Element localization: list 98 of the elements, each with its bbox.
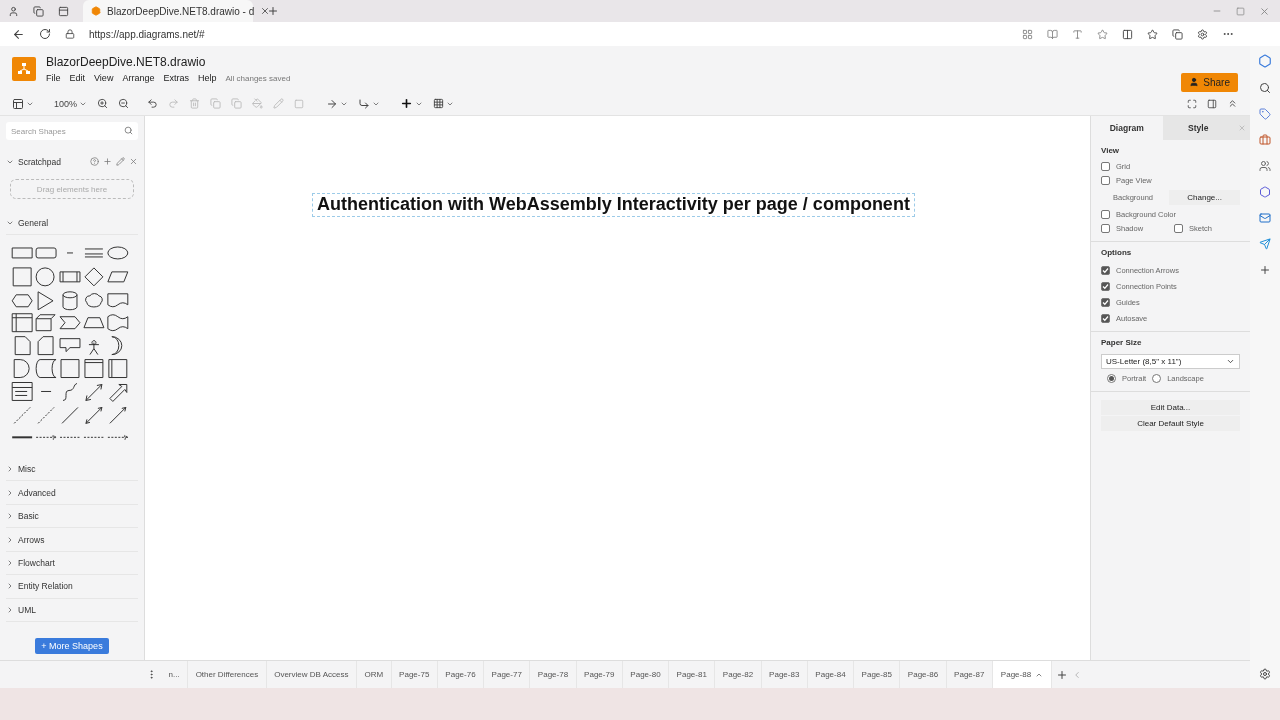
share-button[interactable]: Share [1181, 72, 1238, 92]
menu-item[interactable]: File [46, 73, 61, 83]
edit-icon[interactable] [116, 157, 125, 167]
format-panel-icon[interactable] [12, 97, 34, 110]
profile-icon[interactable] [8, 5, 19, 17]
search-field[interactable]: Search Shapes [6, 122, 138, 140]
checkbox[interactable] [1101, 176, 1110, 185]
panel-tab[interactable]: Style [1162, 116, 1234, 140]
close-icon[interactable] [129, 157, 138, 167]
add-icon[interactable] [1259, 264, 1271, 276]
section-heading: Options [1101, 248, 1133, 257]
panel-icon[interactable] [1207, 98, 1217, 109]
checkbox[interactable] [1101, 224, 1110, 233]
line-color-icon[interactable] [273, 98, 285, 109]
send-icon[interactable] [1259, 238, 1271, 250]
table-icon[interactable] [433, 98, 455, 109]
more-shapes-button[interactable]: + More Shapes [35, 638, 109, 654]
hexagon-icon[interactable] [1259, 186, 1271, 198]
checkbox[interactable] [1101, 266, 1110, 275]
checkbox[interactable] [1101, 298, 1110, 307]
caret-icon[interactable] [6, 535, 14, 544]
caret-icon [1226, 357, 1235, 366]
checkbox[interactable] [1101, 282, 1110, 291]
waypoints-icon[interactable] [358, 97, 381, 110]
diagram-title-text[interactable]: Authentication with WebAssembly Interactivity per page / component [313, 194, 914, 216]
section-title[interactable]: Scratchpad [18, 156, 86, 167]
section-title[interactable]: Entity Relation [18, 581, 73, 592]
paper-size-select[interactable]: US-Letter (8,5" x 11") [1101, 354, 1240, 369]
radio-button[interactable] [1152, 374, 1162, 383]
caret-icon[interactable] [6, 558, 14, 567]
lock-icon [65, 29, 75, 39]
favorite-icon[interactable] [1097, 28, 1108, 40]
section-title[interactable]: Misc [18, 464, 36, 475]
app-logo [12, 57, 36, 81]
menu-item[interactable]: View [94, 73, 114, 83]
close-icon[interactable] [260, 6, 271, 16]
collections-icon[interactable] [1172, 28, 1183, 40]
radio-button[interactable] [1107, 374, 1116, 383]
help-icon[interactable] [90, 157, 99, 167]
user-icon [1189, 77, 1200, 87]
checkbox[interactable] [1101, 210, 1110, 219]
search-icon[interactable] [1259, 82, 1271, 94]
checkbox[interactable] [1101, 162, 1110, 171]
tag-icon[interactable] [1259, 108, 1271, 120]
favorites-icon[interactable] [1147, 28, 1158, 40]
section-heading: Paper Size [1101, 338, 1143, 347]
fullscreen-icon[interactable] [1187, 98, 1197, 109]
add-icon[interactable] [103, 157, 112, 167]
drop-area: Drag elements here [10, 179, 134, 200]
change-button[interactable]: Change... [1169, 190, 1240, 205]
caret-icon[interactable] [6, 488, 14, 497]
caret-icon[interactable] [6, 465, 14, 474]
section-title[interactable]: General [18, 217, 49, 228]
menu-item[interactable]: Edit [69, 73, 86, 83]
zoom-dropdown[interactable]: 100% [54, 98, 88, 109]
menu-item[interactable]: Help [197, 73, 217, 83]
checkbox[interactable] [1174, 224, 1183, 233]
menu-item[interactable]: Extras [163, 73, 189, 83]
panel-button[interactable]: Clear Default Style [1101, 416, 1240, 431]
section-heading: View [1101, 146, 1121, 155]
section-title[interactable]: UML [18, 604, 36, 615]
reload-icon[interactable] [39, 28, 51, 40]
collapse-icon[interactable] [1227, 98, 1238, 109]
insert-icon[interactable] [400, 97, 424, 110]
panel-button[interactable]: Edit Data... [1101, 400, 1240, 415]
mail-icon[interactable] [1259, 212, 1271, 224]
menu-item[interactable]: Arrange [122, 73, 155, 83]
caret-icon[interactable] [6, 582, 14, 591]
settings-icon[interactable] [1259, 668, 1271, 680]
address-field[interactable]: https://app.diagrams.net/# [89, 28, 1008, 40]
save-status: All changes saved [225, 73, 291, 83]
section-title[interactable]: Basic [18, 511, 39, 522]
undo-icon[interactable] [147, 98, 159, 109]
split-screen-icon[interactable] [1122, 28, 1133, 40]
caret-icon[interactable] [6, 605, 14, 614]
search-icon[interactable] [124, 126, 133, 135]
zoom-in-icon[interactable] [97, 98, 109, 109]
briefcase-icon[interactable] [1259, 134, 1271, 146]
back-icon[interactable] [12, 27, 25, 41]
section-title[interactable]: Arrows [18, 534, 45, 545]
extensions-icon[interactable] [1197, 28, 1208, 40]
section-title[interactable]: Flowchart [18, 557, 55, 568]
section-title[interactable]: Advanced [18, 487, 56, 498]
connection-icon[interactable] [326, 97, 349, 110]
people-icon[interactable] [1259, 160, 1271, 172]
apps-icon[interactable] [1022, 28, 1033, 40]
caret-icon[interactable] [6, 512, 14, 521]
zoom-out-icon[interactable] [118, 98, 130, 109]
add-page-icon[interactable] [1056, 668, 1069, 681]
collections-icon[interactable] [33, 5, 44, 17]
new-tab-icon[interactable] [267, 5, 279, 17]
file-title[interactable]: BlazorDeepDive.NET8.drawio [46, 55, 1172, 69]
site-icon [91, 6, 101, 16]
close-icon[interactable] [1259, 5, 1270, 17]
checkbox[interactable] [1101, 314, 1110, 323]
page-tab[interactable]: Page-88 [992, 660, 1053, 689]
tab-actions-icon[interactable] [58, 5, 69, 17]
fill-color-icon[interactable] [252, 98, 264, 109]
